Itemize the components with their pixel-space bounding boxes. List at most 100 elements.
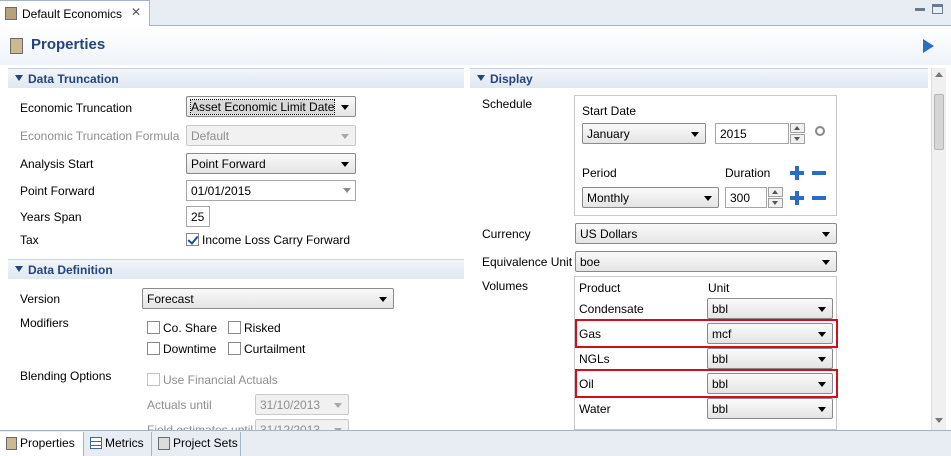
equivalence-unit-label: Equivalence Unit — [482, 255, 573, 269]
version-label: Version — [20, 292, 61, 306]
tab-metrics[interactable]: Metrics — [85, 432, 152, 456]
remove-icon[interactable] — [812, 171, 826, 175]
years-span-label: Years Span — [20, 210, 82, 224]
calendar-dropdown-icon[interactable] — [343, 188, 351, 193]
water-product-label: Water — [579, 402, 611, 416]
properties-icon — [6, 437, 17, 450]
start-year-field[interactable]: 2015 — [715, 123, 789, 144]
section-title: Display — [490, 72, 533, 86]
chevron-down-icon — [818, 332, 826, 337]
spin-up-icon[interactable] — [790, 123, 805, 133]
duration-spinner[interactable] — [768, 187, 783, 208]
version-select[interactable]: Forecast — [142, 288, 394, 309]
chevron-down-icon — [822, 232, 830, 237]
water-unit-select[interactable]: bbl — [707, 398, 833, 419]
period-select[interactable]: Monthly — [582, 187, 719, 208]
economic-truncation-formula-value: Default — [191, 129, 230, 143]
risked-checkbox[interactable] — [228, 321, 241, 334]
chevron-down-icon — [341, 162, 349, 167]
water-unit-value: bbl — [712, 402, 729, 416]
run-icon[interactable] — [923, 39, 934, 53]
schedule-label: Schedule — [482, 97, 533, 111]
co-share-label: Co. Share — [163, 321, 218, 335]
duration-field[interactable]: 300 — [725, 187, 767, 208]
collapse-arrow-icon — [15, 75, 23, 81]
use-financial-actuals-checkbox[interactable] — [147, 373, 160, 386]
year-spinner[interactable] — [790, 123, 805, 144]
years-span-value: 25 — [191, 210, 205, 224]
equivalence-unit-select[interactable]: boe — [575, 251, 837, 272]
minimize-icon[interactable] — [915, 8, 925, 11]
editor-tab-default-economics[interactable]: Default Economics ✕ — [0, 0, 150, 26]
condensate-product-label: Condensate — [579, 302, 644, 316]
chevron-down-icon — [341, 105, 349, 110]
chevron-down-icon — [818, 307, 826, 312]
product-column-header: Product — [579, 281, 621, 295]
close-icon[interactable]: ✕ — [131, 5, 141, 19]
editor-tab-bar: Default Economics ✕ — [0, 0, 951, 26]
tab-properties[interactable]: Properties — [0, 432, 84, 456]
tab-project-sets[interactable]: Project Sets — [153, 432, 241, 456]
economic-truncation-label: Economic Truncation — [20, 101, 133, 115]
actuals-until-date-field[interactable]: 31/10/2013 — [255, 394, 349, 415]
display-section-header[interactable]: Display — [470, 68, 928, 88]
add-icon[interactable] — [790, 191, 804, 205]
ngls-unit-select[interactable]: bbl — [707, 348, 833, 369]
version-value: Forecast — [147, 292, 194, 306]
search-icon[interactable] — [815, 126, 825, 136]
chevron-down-icon — [818, 382, 826, 387]
spin-up-icon[interactable] — [768, 187, 783, 197]
data-definition-section-header[interactable]: Data Definition — [8, 259, 464, 279]
vertical-scrollbar[interactable] — [931, 68, 946, 430]
point-forward-label: Point Forward — [20, 184, 95, 198]
economic-truncation-value: Asset Economic Limit Date — [189, 99, 336, 115]
editor-tab-title: Default Economics — [22, 7, 123, 21]
downtime-label: Downtime — [163, 342, 217, 356]
oil-product-label: Oil — [579, 377, 594, 391]
modifiers-label: Modifiers — [20, 316, 69, 330]
properties-header: Properties — [0, 27, 951, 65]
curtailment-checkbox[interactable] — [228, 342, 241, 355]
point-forward-date-field[interactable]: 01/01/2015 — [186, 180, 356, 201]
duration-value: 300 — [730, 191, 751, 205]
chevron-down-icon — [341, 134, 349, 139]
remove-icon[interactable] — [812, 196, 826, 200]
chevron-down-icon — [822, 260, 830, 265]
chevron-down-icon — [334, 403, 342, 408]
analysis-start-select[interactable]: Point Forward — [186, 153, 356, 174]
risked-label: Risked — [244, 321, 281, 335]
start-month-select[interactable]: January — [582, 123, 706, 144]
blending-options-label: Blending Options — [20, 369, 112, 383]
duration-label: Duration — [725, 166, 771, 180]
point-forward-value: 01/01/2015 — [191, 184, 252, 198]
condensate-unit-select[interactable]: bbl — [707, 298, 833, 319]
scroll-down-icon[interactable] — [935, 418, 943, 423]
data-truncation-section-header[interactable]: Data Truncation — [8, 68, 464, 88]
spin-down-icon[interactable] — [790, 134, 805, 144]
add-icon[interactable] — [790, 166, 804, 180]
spin-down-icon[interactable] — [768, 198, 783, 208]
maximize-icon[interactable] — [932, 4, 943, 14]
collapse-arrow-icon — [477, 75, 485, 81]
economic-truncation-formula-select[interactable]: Default — [186, 125, 356, 146]
section-title: Data Definition — [28, 263, 113, 277]
gas-unit-value: mcf — [712, 327, 732, 341]
income-loss-carry-forward-label: Income Loss Carry Forward — [202, 233, 351, 247]
years-span-field[interactable]: 25 — [186, 206, 210, 227]
co-share-checkbox[interactable] — [147, 321, 160, 334]
oil-unit-select[interactable]: bbl — [707, 373, 833, 394]
project-sets-icon — [158, 437, 170, 450]
scroll-thumb[interactable] — [934, 94, 944, 150]
economic-truncation-select[interactable]: Asset Economic Limit Date — [186, 96, 356, 117]
section-title: Data Truncation — [28, 72, 119, 86]
document-icon — [5, 7, 17, 20]
chevron-down-icon — [691, 132, 699, 137]
tax-label: Tax — [20, 233, 39, 247]
tab-label: Metrics — [105, 436, 144, 450]
gas-unit-select[interactable]: mcf — [707, 323, 833, 344]
currency-select[interactable]: US Dollars — [575, 223, 837, 244]
downtime-checkbox[interactable] — [147, 342, 160, 355]
chevron-down-icon — [818, 357, 826, 362]
scroll-up-icon[interactable] — [935, 72, 943, 77]
income-loss-carry-forward-checkbox[interactable] — [186, 233, 199, 246]
